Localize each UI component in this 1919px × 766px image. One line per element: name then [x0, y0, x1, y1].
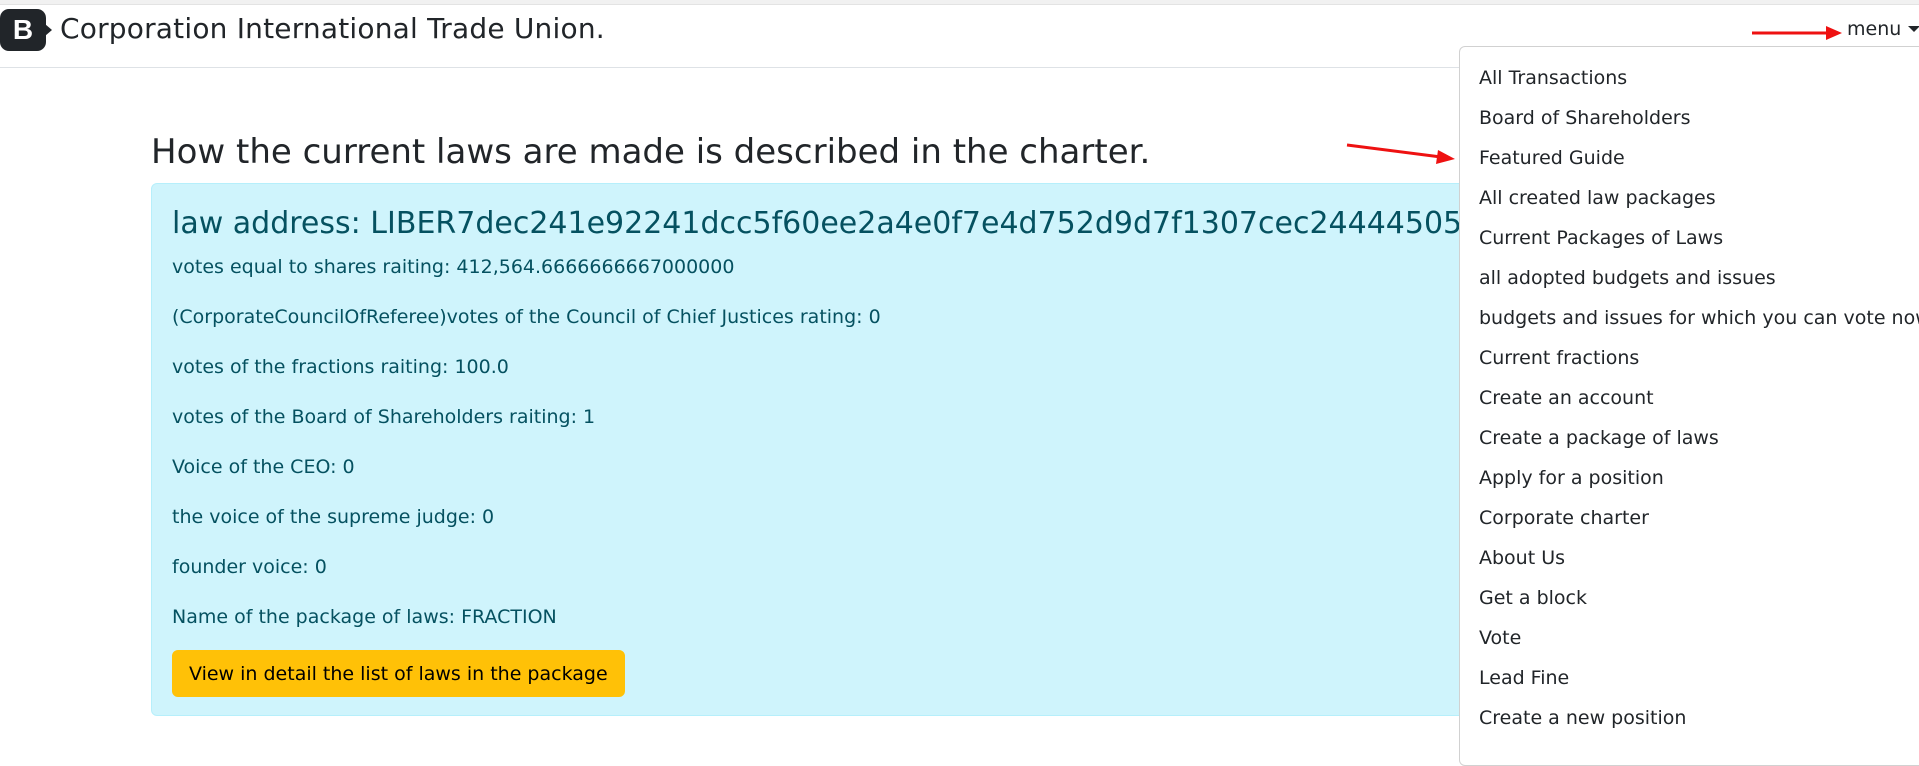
menu-item-about-us[interactable]: About Us — [1479, 549, 1565, 568]
chief-justices-votes-text: (CorporateCouncilOfReferee)votes of the … — [172, 306, 881, 328]
annotation-arrow-icon — [1752, 26, 1842, 40]
menu-item-vote[interactable]: Vote — [1479, 629, 1521, 648]
menu-item-apply-for-position[interactable]: Apply for a position — [1479, 469, 1664, 488]
menu-item-budgets-vote-now[interactable]: budgets and issues for which you can vot… — [1479, 309, 1919, 328]
menu-item-adopted-budgets[interactable]: all adopted budgets and issues — [1479, 269, 1776, 288]
caret-down-icon[interactable] — [1908, 26, 1919, 32]
ceo-voice-text: Voice of the CEO: 0 — [172, 456, 355, 478]
menu-item-all-created-law-packages[interactable]: All created law packages — [1479, 189, 1716, 208]
view-laws-detail-button[interactable]: View in detail the list of laws in the p… — [172, 650, 625, 697]
supreme-judge-voice-text: the voice of the supreme judge: 0 — [172, 506, 495, 528]
menu-item-lead-fine[interactable]: Lead Fine — [1479, 669, 1569, 688]
law-package-card: law address: LIBER7dec241e92241dcc5f60ee… — [151, 183, 1592, 716]
menu-item-current-fractions[interactable]: Current fractions — [1479, 349, 1639, 368]
fractions-votes-text: votes of the fractions raiting: 100.0 — [172, 356, 509, 378]
shares-votes-text: votes equal to shares raiting: 412,564.6… — [172, 256, 735, 278]
package-name-text: Name of the package of laws: FRACTION — [172, 606, 557, 628]
menu-item-create-account[interactable]: Create an account — [1479, 389, 1654, 408]
menu-item-featured-guide[interactable]: Featured Guide — [1479, 149, 1625, 168]
annotation-arrow-icon — [1346, 143, 1455, 164]
menu-item-board-of-shareholders[interactable]: Board of Shareholders — [1479, 109, 1690, 128]
page-heading: How the current laws are made is describ… — [151, 132, 1151, 172]
brand-title[interactable]: Corporation International Trade Union. — [60, 12, 605, 45]
menu-item-create-package-of-laws[interactable]: Create a package of laws — [1479, 429, 1719, 448]
menu-item-create-new-position[interactable]: Create a new position — [1479, 709, 1686, 728]
menu-item-all-transactions[interactable]: All Transactions — [1479, 69, 1627, 88]
bootstrap-logo-icon[interactable]: B — [0, 9, 52, 51]
menu-dropdown: All Transactions Board of Shareholders F… — [1459, 46, 1919, 766]
menu-item-get-a-block[interactable]: Get a block — [1479, 589, 1587, 608]
menu-item-current-packages-of-laws[interactable]: Current Packages of Laws — [1479, 229, 1723, 248]
founder-voice-text: founder voice: 0 — [172, 556, 327, 578]
menu-item-corporate-charter[interactable]: Corporate charter — [1479, 509, 1649, 528]
menu-toggle-button[interactable]: menu — [1847, 18, 1901, 40]
shareholders-votes-text: votes of the Board of Shareholders raiti… — [172, 406, 596, 428]
law-address-title: law address: LIBER7dec241e92241dcc5f60ee… — [172, 206, 1593, 241]
